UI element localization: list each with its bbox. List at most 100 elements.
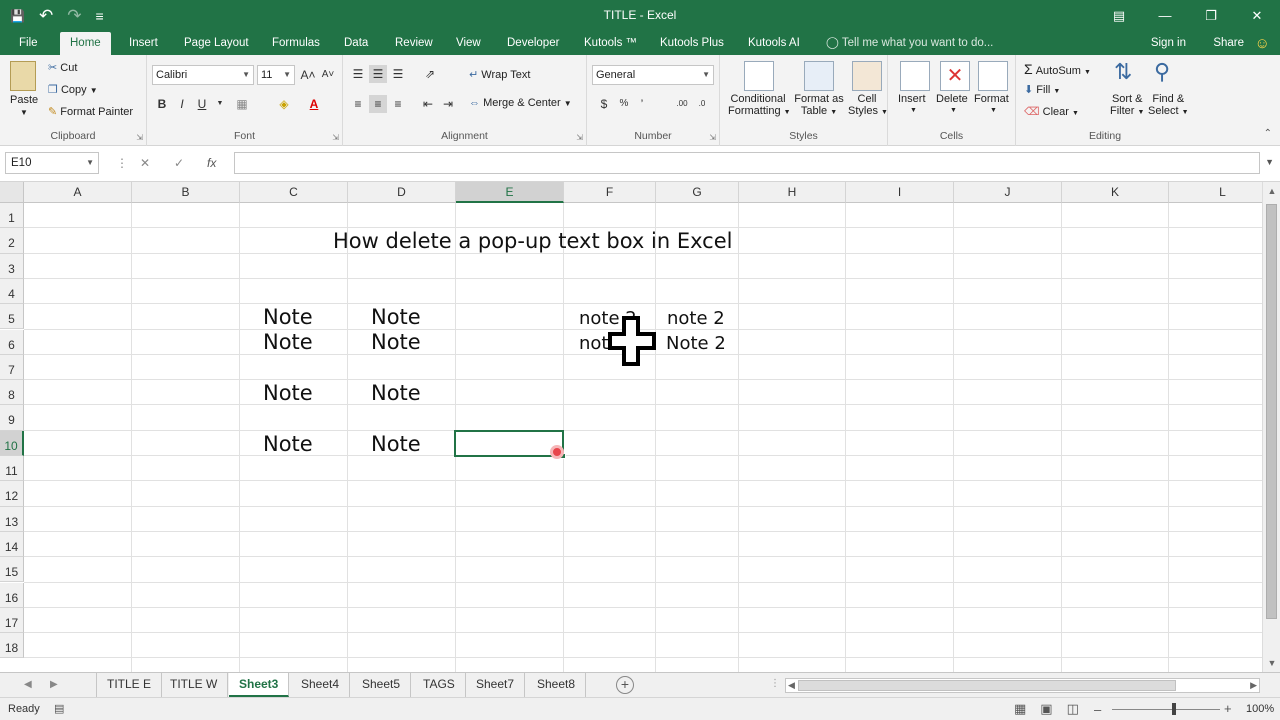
currency-button[interactable]: $ [595, 95, 613, 113]
expand-formula-bar-icon[interactable]: ▼ [1265, 157, 1274, 167]
sheet-tab-sheet4[interactable]: Sheet4 [291, 673, 351, 697]
wrap-text-button[interactable]: ↵ Wrap Text [469, 68, 530, 81]
increase-decimal-button[interactable]: .00 [673, 95, 691, 113]
normal-view-icon[interactable]: ▦ [1014, 701, 1026, 717]
increase-indent-icon[interactable]: ⇥ [439, 95, 457, 113]
next-sheet-icon[interactable]: ▶ [50, 679, 58, 690]
grow-font-button[interactable]: A˄ [299, 66, 317, 84]
row-header-15[interactable]: 15 [0, 557, 24, 583]
row-header-3[interactable]: 3 [0, 253, 24, 279]
tab-formulas[interactable]: Formulas [272, 32, 320, 55]
tab-developer[interactable]: Developer [507, 32, 559, 55]
italic-button[interactable]: I [173, 95, 191, 113]
cell-c2-title[interactable]: How delete a pop-up text box in Excel [333, 229, 732, 253]
macro-record-icon[interactable]: ▤ [54, 702, 64, 715]
page-layout-view-icon[interactable]: ▣ [1040, 701, 1052, 717]
cell-d6[interactable]: Note [371, 330, 421, 354]
bottom-align-icon[interactable]: ☰ [389, 65, 407, 83]
column-header-i[interactable]: I [846, 182, 954, 203]
cell-styles-icon[interactable] [852, 61, 882, 91]
row-header-10[interactable]: 10 [0, 430, 24, 456]
tab-page-layout[interactable]: Page Layout [184, 32, 249, 55]
format-as-table-button[interactable]: Format as Table ▼ [792, 93, 846, 117]
format-cells-icon[interactable] [978, 61, 1008, 91]
autosum-button[interactable]: Σ AutoSum ▼ [1024, 61, 1091, 77]
delete-dropdown-icon[interactable]: ▼ [950, 107, 957, 114]
sheet-tab-sheet5[interactable]: Sheet5 [352, 673, 412, 697]
cell-d8[interactable]: Note [371, 381, 421, 405]
column-header-j[interactable]: J [954, 182, 1062, 203]
restore-button[interactable]: ❐ [1188, 0, 1234, 32]
borders-icon[interactable]: ▦ [233, 95, 251, 113]
insert-function-button[interactable]: fx [207, 156, 216, 170]
align-left-icon[interactable]: ≡ [349, 95, 367, 113]
column-header-f[interactable]: F [564, 182, 656, 203]
vertical-scrollbar[interactable]: ▲ ▼ [1262, 182, 1280, 672]
cell-c8[interactable]: Note [263, 381, 313, 405]
ribbon-display-options-icon[interactable]: ▤ [1096, 0, 1142, 32]
merge-center-button[interactable]: ⇔ Merge & Center ▼ [469, 97, 572, 109]
middle-align-icon[interactable]: ☰ [369, 65, 387, 83]
paste-button[interactable]: Paste [10, 94, 38, 106]
top-align-icon[interactable]: ☰ [349, 65, 367, 83]
tab-home[interactable]: Home [60, 32, 111, 55]
tab-review[interactable]: Review [395, 32, 433, 55]
paste-icon[interactable] [10, 61, 36, 91]
row-header-16[interactable]: 16 [0, 582, 24, 608]
decrease-decimal-button[interactable]: .0 [693, 95, 711, 113]
tell-me-search[interactable]: ◯ Tell me what you want to do... [826, 32, 993, 55]
bold-button[interactable]: B [153, 95, 171, 113]
row-header-2[interactable]: 2 [0, 228, 24, 254]
cell-c10[interactable]: Note [263, 432, 313, 456]
conditional-formatting-button[interactable]: Conditional Formatting ▼ [728, 93, 791, 117]
zoom-slider-knob[interactable] [1172, 703, 1176, 715]
vertical-scroll-thumb[interactable] [1266, 204, 1277, 619]
scroll-up-icon[interactable]: ▲ [1263, 186, 1280, 196]
sheet-tab-sheet8[interactable]: Sheet8 [527, 673, 587, 697]
insert-cells-icon[interactable] [900, 61, 930, 91]
sheet-tab-sheet7[interactable]: Sheet7 [466, 673, 526, 697]
sheet-tab-sheet3[interactable]: Sheet3 [229, 673, 290, 697]
font-name-combo[interactable]: Calibri ▼ [152, 65, 254, 85]
minimize-button[interactable]: — [1142, 0, 1188, 32]
cell-g6[interactable]: Note 2 [666, 333, 726, 354]
cell-g5[interactable]: note 2 [667, 308, 725, 329]
cancel-entry-icon[interactable]: ✕ [140, 156, 150, 170]
tab-insert[interactable]: Insert [129, 32, 158, 55]
horizontal-scroll-thumb[interactable] [798, 680, 1176, 691]
fill-color-icon[interactable]: ◈ [275, 95, 293, 113]
sort-filter-button[interactable]: Sort & Filter ▼ [1110, 93, 1144, 117]
tab-kutools-ai[interactable]: Kutools AI [748, 32, 800, 55]
row-header-5[interactable]: 5 [0, 304, 24, 330]
format-painter-button[interactable]: ✎ Format Painter [48, 105, 133, 118]
font-color-icon[interactable]: A [305, 95, 323, 113]
page-break-view-icon[interactable]: ◫ [1067, 701, 1079, 717]
clipboard-launcher-icon[interactable]: ⇲ [136, 133, 143, 142]
paste-dropdown-icon[interactable]: ▼ [20, 108, 28, 117]
tab-kutools[interactable]: Kutools ™ [584, 32, 637, 55]
row-header-8[interactable]: 8 [0, 380, 24, 406]
conditional-formatting-icon[interactable] [744, 61, 774, 91]
name-box[interactable]: E10 ▼ [5, 152, 99, 174]
column-header-e[interactable]: E [456, 182, 564, 203]
number-launcher-icon[interactable]: ⇲ [709, 133, 716, 142]
delete-cells-button[interactable]: Delete [936, 93, 968, 105]
cell-d10[interactable]: Note [371, 432, 421, 456]
row-header-11[interactable]: 11 [0, 456, 24, 482]
number-format-combo[interactable]: General ▼ [592, 65, 714, 85]
cell-d5[interactable]: Note [371, 305, 421, 329]
confirm-entry-icon[interactable]: ✓ [174, 156, 184, 170]
row-header-7[interactable]: 7 [0, 354, 24, 381]
zoom-out-button[interactable]: – [1094, 702, 1101, 717]
scroll-down-icon[interactable]: ▼ [1263, 658, 1280, 668]
worksheet-grid[interactable]: ABCDEFGHIJKL 1 2 3 4 5 6 7 8 9 10 11 12 13 14 15 16 17 18… [0, 182, 1262, 672]
select-all-corner[interactable] [0, 182, 24, 203]
sheet-tab-tags[interactable]: TAGS [413, 673, 466, 697]
cut-button[interactable]: ✂ Cut [48, 61, 77, 74]
orientation-icon[interactable]: ⇗ [421, 65, 439, 83]
tab-file[interactable]: File [19, 32, 38, 55]
column-header-k[interactable]: K [1062, 182, 1169, 203]
find-select-button[interactable]: Find & Select ▼ [1148, 93, 1189, 117]
close-button[interactable]: ✕ [1234, 0, 1280, 32]
align-right-icon[interactable]: ≡ [389, 95, 407, 113]
